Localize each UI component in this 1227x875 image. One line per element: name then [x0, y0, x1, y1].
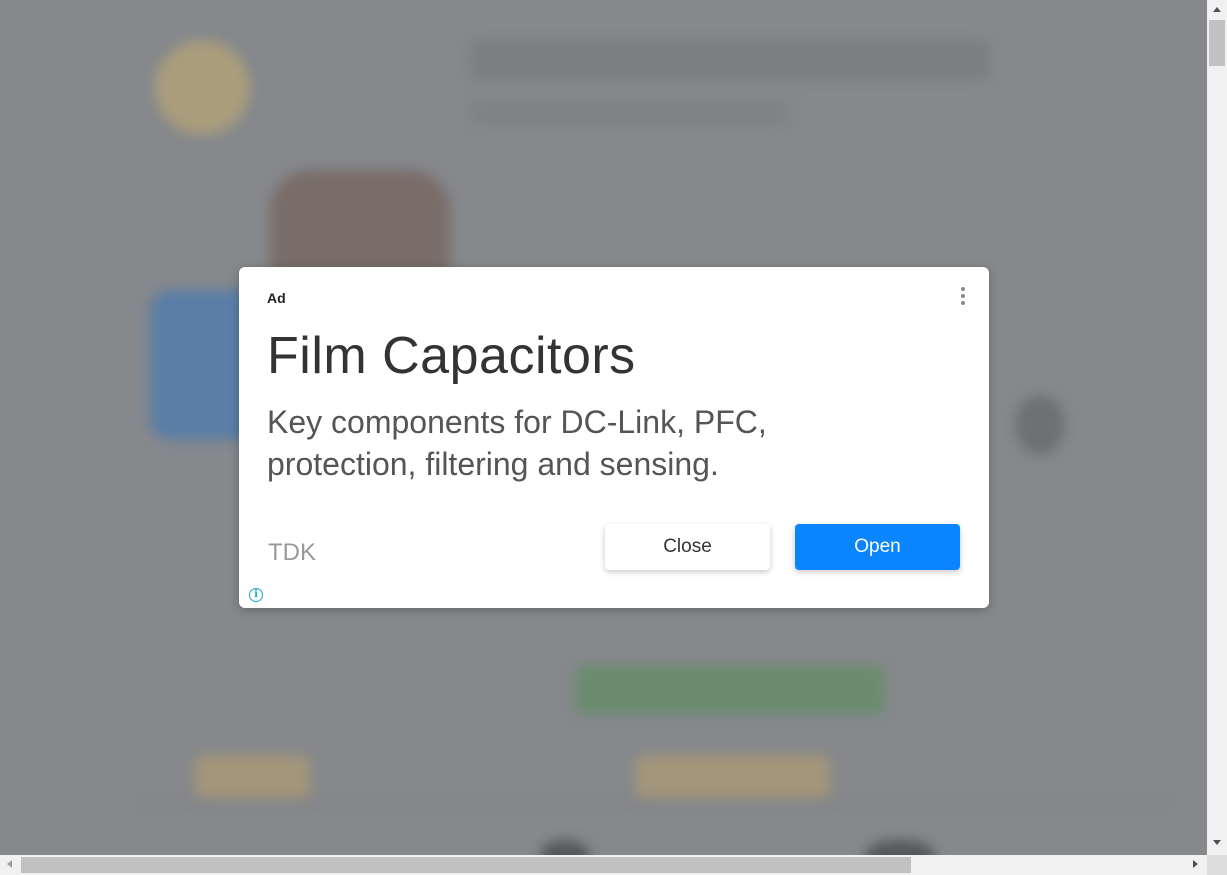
blurred-button-right [635, 755, 830, 800]
blurred-product-image [540, 840, 590, 855]
blurred-divider [140, 800, 1170, 803]
scroll-up-arrow-icon[interactable] [1213, 7, 1221, 12]
blurred-green-button [575, 665, 885, 715]
scroll-left-arrow-icon[interactable] [7, 860, 12, 868]
ad-body[interactable]: Key components for DC-Link, PFC, protect… [267, 401, 867, 485]
ad-title[interactable]: Film Capacitors [267, 324, 636, 388]
vertical-scrollbar[interactable] [1207, 0, 1227, 855]
open-button[interactable]: Open [795, 524, 960, 570]
scroll-down-arrow-icon[interactable] [1213, 840, 1221, 845]
close-button[interactable]: Close [605, 524, 770, 570]
more-vert-icon[interactable] [956, 285, 970, 309]
blurred-carousel-arrow [1015, 395, 1065, 455]
blurred-button-left [195, 755, 310, 800]
blurred-subheading [470, 100, 790, 126]
blurred-heading [470, 40, 990, 80]
ad-dialog: Ad Film Capacitors Key components for DC… [239, 267, 989, 608]
blurred-product-image [865, 840, 935, 855]
horizontal-scrollbar-thumb[interactable] [21, 857, 911, 873]
advertiser-name[interactable]: TDK [268, 539, 316, 567]
info-icon[interactable]: i [249, 588, 263, 602]
scroll-right-arrow-icon[interactable] [1193, 860, 1198, 868]
ad-label: Ad [267, 290, 286, 306]
vertical-scrollbar-thumb[interactable] [1209, 20, 1225, 66]
blurred-logo [155, 40, 250, 135]
scrollbar-corner [1207, 855, 1227, 875]
